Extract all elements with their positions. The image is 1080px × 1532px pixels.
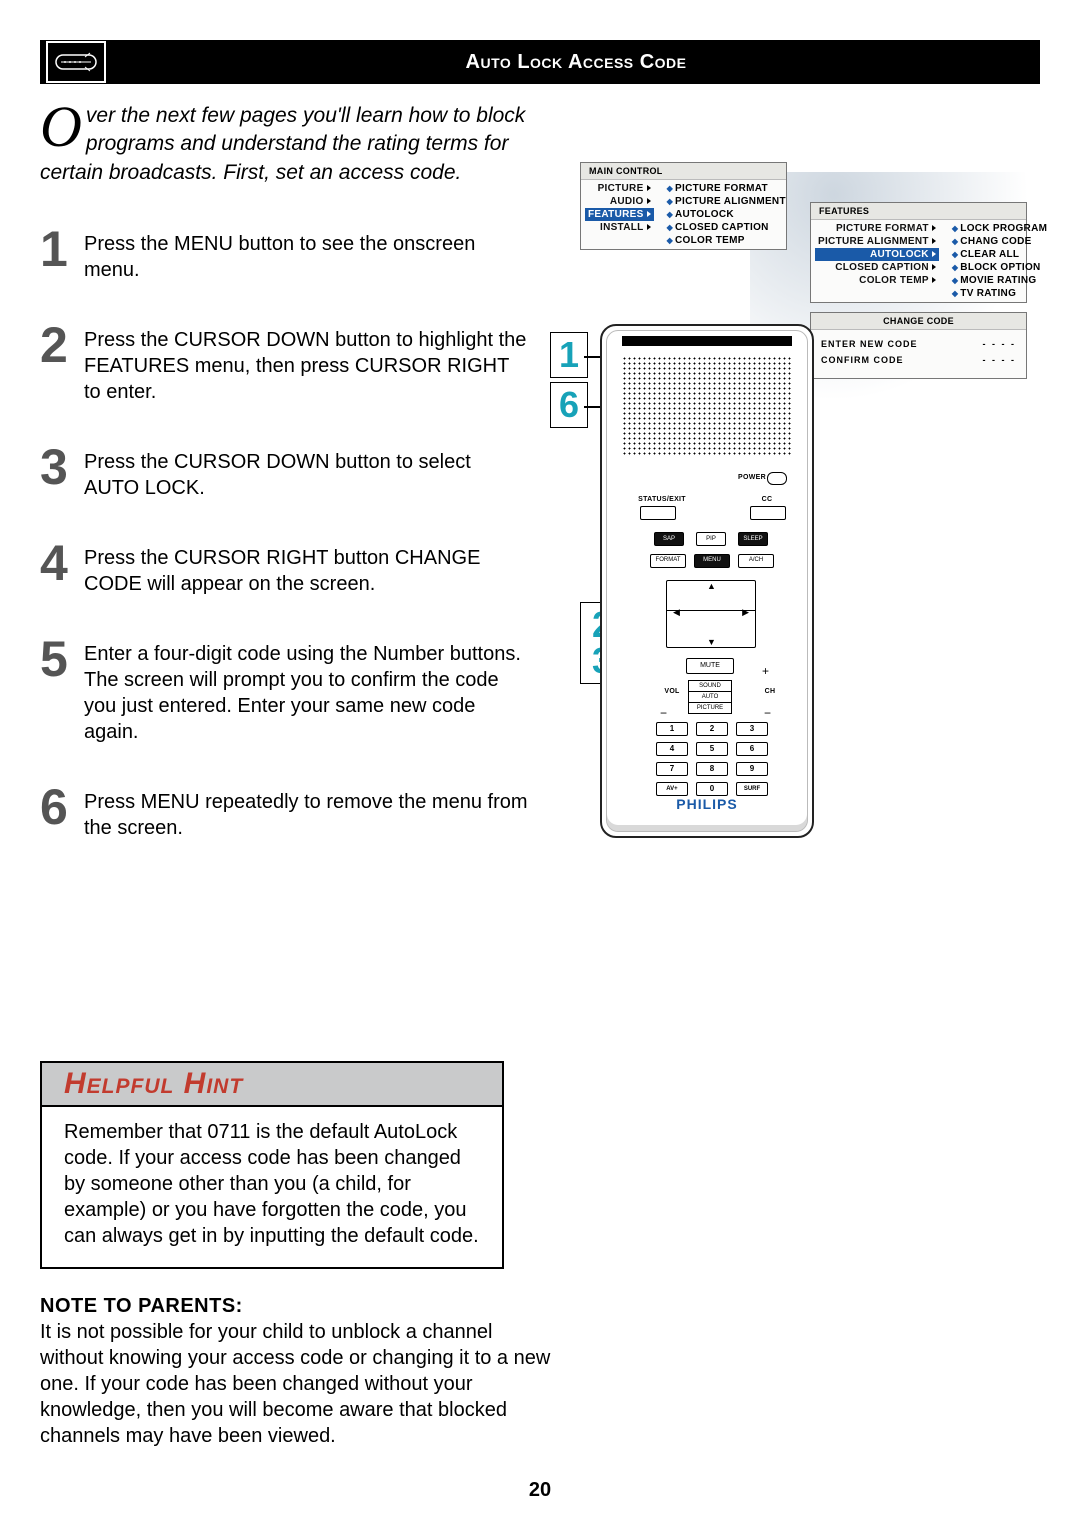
- callout-1: 1: [550, 332, 588, 378]
- hint-title: Helpful Hint: [64, 1067, 243, 1100]
- osd-change-code: CHANGE CODE ENTER NEW CODE - - - - CONFIR…: [810, 312, 1027, 379]
- right-arrow-icon: ▶: [742, 607, 749, 618]
- osd-features-right-col: ◆LOCK PROGRAM ◆CHANG CODE ◆CLEAR ALL ◆BL…: [943, 220, 1054, 302]
- power-label: POWER: [737, 474, 767, 481]
- callout-6: 6: [550, 382, 588, 428]
- cursor-ring: ▲ ▼ ◀ ▶: [666, 580, 756, 648]
- number-pad: 123 456 789 AV+0SURF: [656, 722, 776, 802]
- step-text: Press the CURSOR DOWN button to select A…: [84, 445, 530, 501]
- remote-illustration: POWER STATUS/EXIT CC SAP PIP SLEEP FORMA…: [600, 324, 814, 838]
- step-text: Press the MENU button to see the onscree…: [84, 227, 530, 283]
- step-2: 2 Press the CURSOR DOWN button to highli…: [40, 323, 530, 405]
- down-arrow-icon: ▼: [707, 637, 716, 647]
- header-title: Auto Lock Access Code: [112, 51, 1040, 74]
- vol-label: VOL: [662, 688, 682, 695]
- enter-new-code-value: - - - -: [983, 339, 1017, 349]
- step-text: Enter a four-digit code using the Number…: [84, 637, 530, 745]
- step-text: Press MENU repeatedly to remove the menu…: [84, 785, 530, 841]
- note-to-parents: NOTE TO PARENTS: It is not possible for …: [40, 1293, 560, 1449]
- plus-icon: +: [762, 664, 769, 678]
- step-text: Press the CURSOR DOWN button to highligh…: [84, 323, 530, 405]
- page-header: Auto Lock Access Code: [40, 40, 1040, 84]
- menu-button: MENU: [694, 554, 730, 568]
- step-number: 3: [40, 445, 84, 490]
- step-number: 4: [40, 541, 84, 586]
- status-button: [640, 506, 676, 520]
- step-number: 5: [40, 637, 84, 682]
- note-body: It is not possible for your child to unb…: [40, 1319, 560, 1449]
- step-3: 3 Press the CURSOR DOWN button to select…: [40, 445, 530, 501]
- minus-icon: −: [660, 706, 667, 720]
- up-arrow-icon: ▲: [707, 581, 716, 591]
- step-1: 1 Press the MENU button to see the onscr…: [40, 227, 530, 283]
- ach-button: A/CH: [738, 554, 774, 568]
- osd-features-left-col: PICTURE FORMAT PICTURE ALIGNMENT AUTOLOC…: [811, 220, 943, 302]
- note-title: NOTE TO PARENTS:: [40, 1293, 560, 1319]
- intro-dropcap: O: [40, 102, 86, 151]
- osd-main-right-col: ◆PICTURE FORMAT ◆PICTURE ALIGNMENT ◆AUTO…: [658, 180, 793, 249]
- illustration: MAIN CONTROL PICTURE AUDIO FEATURES INST…: [550, 162, 1030, 862]
- minus-icon: −: [764, 706, 771, 720]
- sound-auto-picture-stack: SOUND AUTO PICTURE: [688, 680, 732, 713]
- osd-main-left-col: PICTURE AUDIO FEATURES INSTALL: [581, 180, 658, 249]
- mute-button: MUTE: [686, 658, 734, 674]
- osd-title: FEATURES: [811, 203, 1026, 220]
- step-5: 5 Enter a four-digit code using the Numb…: [40, 637, 530, 745]
- step-4: 4 Press the CURSOR RIGHT button CHANGE C…: [40, 541, 530, 597]
- status-label: STATUS/EXIT: [632, 496, 692, 503]
- left-arrow-icon: ◀: [673, 607, 680, 618]
- osd-main-control: MAIN CONTROL PICTURE AUDIO FEATURES INST…: [580, 162, 787, 250]
- brand-logo: PHILIPS: [602, 796, 812, 812]
- enter-new-code-label: ENTER NEW CODE: [821, 339, 918, 349]
- step-number: 6: [40, 785, 84, 830]
- confirm-code-value: - - - -: [983, 355, 1017, 365]
- hint-body: Remember that 0711 is the default AutoLo…: [42, 1107, 502, 1267]
- step-6: 6 Press MENU repeatedly to remove the me…: [40, 785, 530, 841]
- confirm-code-label: CONFIRM CODE: [821, 355, 904, 365]
- osd-features: FEATURES PICTURE FORMAT PICTURE ALIGNMEN…: [810, 202, 1027, 303]
- helpful-hint-box: Helpful Hint Remember that 0711 is the d…: [40, 1061, 504, 1269]
- step-number: 1: [40, 227, 84, 272]
- format-button: FORMAT: [650, 554, 686, 568]
- cc-button: [750, 506, 786, 520]
- power-button: [767, 472, 787, 485]
- header-remote-icon: [46, 41, 106, 83]
- osd-title: MAIN CONTROL: [581, 163, 786, 180]
- intro-paragraph: Over the next few pages you'll learn how…: [40, 102, 530, 187]
- page-number: 20: [40, 1479, 1040, 1502]
- step-text: Press the CURSOR RIGHT button CHANGE COD…: [84, 541, 530, 597]
- sap-button: SAP: [654, 532, 684, 546]
- pip-button: PIP: [696, 532, 726, 546]
- sleep-button: SLEEP: [738, 532, 768, 546]
- ch-label: CH: [760, 688, 780, 695]
- cc-label: CC: [760, 496, 774, 503]
- osd-title: CHANGE CODE: [811, 313, 1026, 330]
- step-number: 2: [40, 323, 84, 368]
